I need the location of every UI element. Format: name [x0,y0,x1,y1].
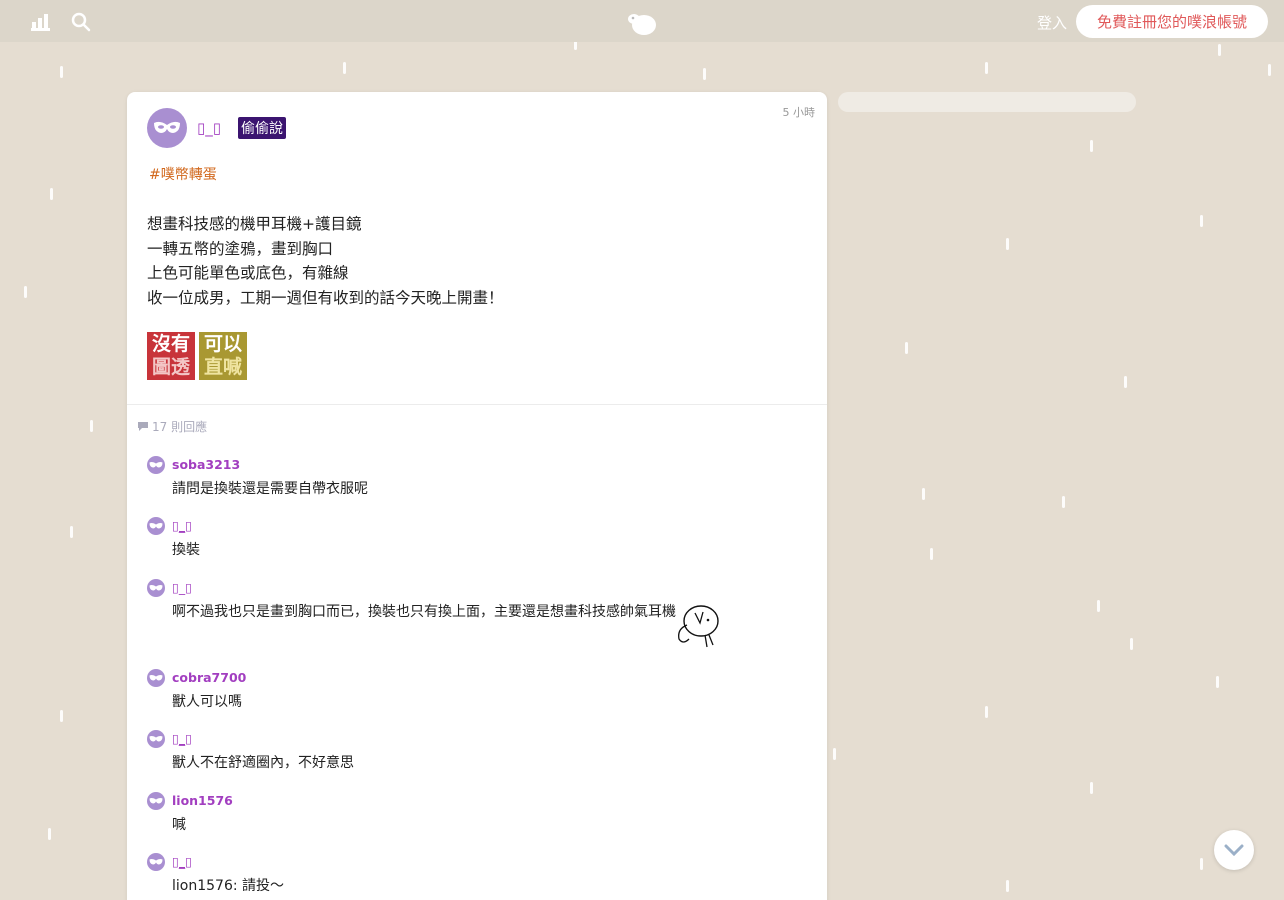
search-icon[interactable] [70,11,92,33]
post-line: 收一位成男，工期一週但有收到的話今天晚上開畫！ [147,288,504,307]
doodle-emoticon [675,603,721,653]
avatar[interactable] [147,108,187,148]
stamp-top-text: 可以 [203,333,242,355]
rain-mark [922,488,925,500]
reply-author[interactable]: lion1576 [172,793,233,808]
avatar[interactable] [147,517,165,535]
reply-author[interactable]: ▯_▯ [172,731,192,746]
rain-mark [90,420,93,432]
plurk-logo-icon[interactable] [626,10,658,36]
rain-mark [1062,496,1065,508]
rain-mark [1200,215,1203,227]
post-time: 5 小時 [782,106,816,119]
poster-name[interactable]: ▯_▯ [197,119,221,137]
comment-icon [138,422,148,431]
reply-author[interactable]: cobra7700 [172,670,246,685]
explore-icon[interactable] [30,11,52,33]
avatar[interactable] [147,669,165,687]
rain-mark [343,62,346,74]
chevron-down-icon [1224,844,1244,856]
no-spoiler-stamp: 沒有 圖透 [147,332,195,380]
rain-mark [1218,44,1221,56]
reply-text: 請問是換裝還是需要自帶衣服呢 [172,481,368,497]
rain-mark [985,706,988,718]
reply-count[interactable]: 17 則回應 [137,418,207,435]
avatar[interactable] [147,456,165,474]
reply-text: 啊不過我也只是畫到胸口而已，換裝也只有換上面，主要還是想畫科技感帥氣耳機 [172,604,676,620]
rain-mark [930,548,933,560]
rain-mark [1097,600,1100,612]
rain-mark [24,286,27,298]
post-line: 上色可能單色或底色，有雜線 [147,264,349,282]
divider [127,404,827,405]
rain-mark [1200,858,1203,870]
reply-author[interactable]: soba3213 [172,457,240,472]
anonymous-badge: 偷偷說 [238,117,286,139]
reply-text: lion1576: 請投～ [172,878,285,894]
rain-mark [1006,880,1009,892]
rain-mark [1006,238,1009,250]
rain-mark [1090,782,1093,794]
rain-mark [703,68,706,80]
avatar[interactable] [147,792,165,810]
reply-author[interactable]: ▯_▯ [172,518,192,533]
stamp-top-text: 沒有 [151,333,190,355]
plurk-card: 5 小時 ▯_▯ 偷偷說 #噗幣轉蛋 想畫科技感的機甲耳機+護目鏡 一轉五幣的塗… [127,92,827,900]
rain-mark [1268,64,1271,76]
scroll-down-button[interactable] [1214,830,1254,870]
rain-mark [905,342,908,354]
reply-text: 獸人可以嗎 [172,694,242,710]
reply-text: 喊 [172,817,186,833]
can-call-stamp: 可以 直喊 [199,332,247,380]
post-line: 想畫科技感的機甲耳機+護目鏡 [147,215,362,233]
avatar[interactable] [147,579,165,597]
login-link[interactable]: 登入 [1037,12,1067,33]
rain-mark [50,188,53,200]
avatar[interactable] [147,853,165,871]
rain-mark [833,748,836,760]
rain-mark [1124,376,1127,388]
emoticon-stamps: 沒有 圖透 可以 直喊 [147,332,247,380]
reply-author[interactable]: ▯_▯ [172,580,192,595]
rain-mark [60,66,63,78]
stamp-bottom-text: 直喊 [203,356,242,378]
reply-author[interactable]: ▯_▯ [172,854,192,869]
rain-mark [60,710,63,722]
avatar[interactable] [147,730,165,748]
top-navigation-bar: 登入 免費註冊您的噗浪帳號 [0,0,1284,42]
post-line: 一轉五幣的塗鴉，畫到胸口 [147,239,334,258]
hashtag-link[interactable]: #噗幣轉蛋 [149,164,217,184]
reply-text: 獸人不在舒適圈內，不好意思 [172,755,354,771]
rain-mark [48,828,51,840]
rain-mark [1216,676,1219,688]
reply-text: 換裝 [172,542,200,558]
stamp-bottom-text: 圖透 [151,356,190,378]
signup-button[interactable]: 免費註冊您的噗浪帳號 [1076,5,1268,38]
rain-mark [70,526,73,538]
sidebar-placeholder [838,92,1136,112]
post-content: 想畫科技感的機甲耳機+護目鏡 一轉五幣的塗鴉，畫到胸口 上色可能單色或底色，有雜… [147,212,504,310]
rain-mark [1130,638,1133,650]
rain-mark [985,62,988,74]
reply-count-label: 17 則回應 [152,420,208,434]
rain-mark [1090,140,1093,152]
